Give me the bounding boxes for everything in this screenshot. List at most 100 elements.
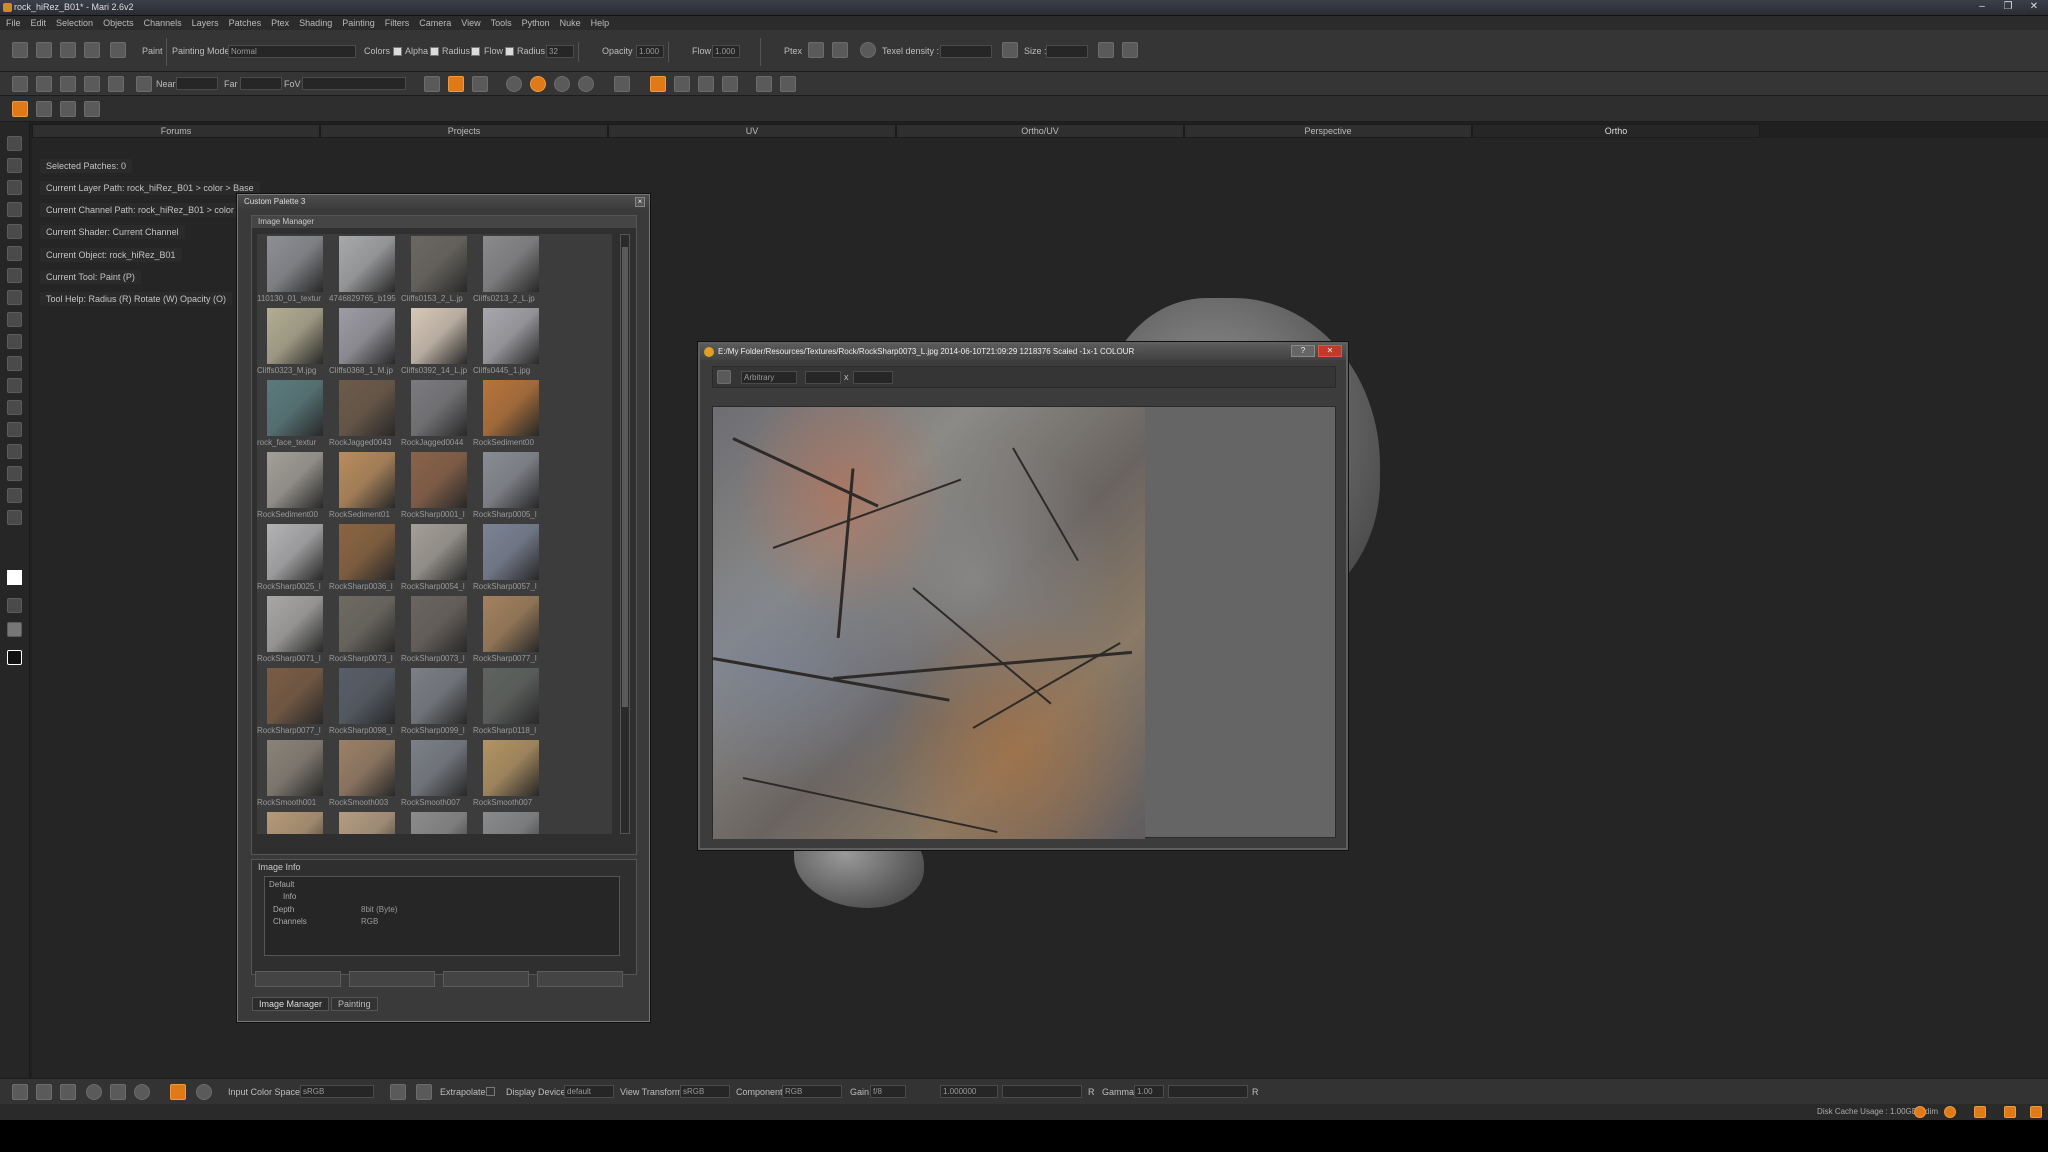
palette-settings-icon[interactable] bbox=[84, 101, 100, 117]
status-icon-3[interactable] bbox=[1974, 1106, 1986, 1118]
flow-field[interactable]: 1.000 bbox=[712, 45, 740, 58]
image-thumbnail[interactable]: RockSharp0005_l bbox=[473, 450, 541, 522]
gamma-reset-label[interactable]: R bbox=[1252, 1087, 1259, 1097]
image-thumbnail[interactable]: RockSmooth007 bbox=[401, 738, 469, 810]
menu-selection[interactable]: Selection bbox=[56, 16, 93, 30]
menu-filters[interactable]: Filters bbox=[385, 16, 410, 30]
radius-field[interactable]: 32 bbox=[546, 45, 574, 58]
menu-view[interactable]: View bbox=[461, 16, 480, 30]
tab-image-manager[interactable]: Image Manager bbox=[252, 997, 330, 1011]
crop-icon[interactable] bbox=[717, 370, 731, 384]
image-thumbnail[interactable]: RockSharp0099_l bbox=[401, 666, 469, 738]
copy-icon[interactable] bbox=[1098, 42, 1114, 58]
tab-ortho-uv[interactable]: Ortho/UV bbox=[896, 124, 1184, 138]
gain-stop-field[interactable]: f/8 bbox=[870, 1085, 906, 1098]
menu-ptex[interactable]: Ptex bbox=[271, 16, 289, 30]
undo-view-icon[interactable] bbox=[12, 1084, 28, 1100]
paint-brush-icon[interactable] bbox=[110, 42, 126, 58]
default-colors-icon[interactable] bbox=[7, 650, 22, 665]
zoom-tool-icon[interactable] bbox=[7, 202, 22, 217]
palette-layers-icon[interactable] bbox=[60, 101, 76, 117]
image-thumbnail[interactable]: RockSharp0057_l bbox=[473, 522, 541, 594]
gain-reset-label[interactable]: R bbox=[1088, 1087, 1095, 1097]
image-thumbnail[interactable]: rock_face_textur bbox=[257, 378, 325, 450]
tab-ortho[interactable]: Ortho bbox=[1472, 124, 1760, 138]
image-thumbnail[interactable]: RockJagged0044 bbox=[401, 378, 469, 450]
image-thumbnail[interactable]: RockSharp0036_l bbox=[329, 522, 397, 594]
gamma-field[interactable]: 1.00 bbox=[1134, 1085, 1164, 1098]
image-thumbnail[interactable]: RockSediment01 bbox=[329, 450, 397, 522]
far-field[interactable] bbox=[240, 77, 282, 90]
pan-tool-icon[interactable] bbox=[7, 180, 22, 195]
image-thumbnail[interactable] bbox=[401, 810, 469, 834]
paint-sphere-icon[interactable] bbox=[7, 488, 22, 503]
viewer-close-button[interactable]: ✕ bbox=[1318, 345, 1342, 357]
image-thumbnail[interactable]: Cliffs0392_14_L.jp bbox=[401, 306, 469, 378]
close-icon[interactable]: ✕ bbox=[2026, 1, 2042, 14]
open-file-icon[interactable] bbox=[36, 42, 52, 58]
image-thumbnail[interactable]: RockSharp0077_l bbox=[473, 594, 541, 666]
delete-image-button[interactable] bbox=[537, 971, 623, 987]
grid-tool-icon[interactable] bbox=[7, 290, 22, 305]
shaded-sphere-icon[interactable] bbox=[530, 76, 546, 92]
palette-close-icon[interactable]: × bbox=[635, 197, 645, 207]
status-icon-5[interactable] bbox=[2030, 1106, 2042, 1118]
view-transform-select[interactable]: sRGB bbox=[680, 1085, 730, 1098]
menu-shading[interactable]: Shading bbox=[299, 16, 332, 30]
texel-density-icon[interactable] bbox=[860, 42, 876, 58]
image-thumbnail[interactable]: RockSharp0073_l bbox=[329, 594, 397, 666]
transform-tool-icon[interactable] bbox=[7, 246, 22, 261]
foreground-color-swatch[interactable] bbox=[7, 570, 22, 585]
menu-edit[interactable]: Edit bbox=[31, 16, 47, 30]
viewer-width-field[interactable] bbox=[805, 371, 841, 384]
menu-help[interactable]: Help bbox=[591, 16, 610, 30]
ptex-grid-icon[interactable] bbox=[832, 42, 848, 58]
flow-checkbox[interactable] bbox=[505, 47, 514, 56]
tab-perspective[interactable]: Perspective bbox=[1184, 124, 1472, 138]
gain-slider[interactable] bbox=[1002, 1085, 1082, 1098]
gamma-slider[interactable] bbox=[1168, 1085, 1248, 1098]
snapshot-icon[interactable] bbox=[84, 76, 100, 92]
image-thumbnail[interactable]: RockSediment00 bbox=[257, 450, 325, 522]
import-image-button[interactable] bbox=[349, 971, 435, 987]
menu-python[interactable]: Python bbox=[522, 16, 550, 30]
tab-projects[interactable]: Projects bbox=[320, 124, 608, 138]
axis-x-icon[interactable] bbox=[674, 76, 690, 92]
image-thumbnail[interactable]: RockSmooth001 bbox=[257, 738, 325, 810]
picker-tool-icon[interactable] bbox=[7, 510, 22, 525]
viewer-help-button[interactable]: ? bbox=[1291, 345, 1315, 357]
circle-select-icon[interactable] bbox=[134, 1084, 150, 1100]
lut-icon[interactable] bbox=[390, 1084, 406, 1100]
frame-icon[interactable] bbox=[36, 76, 52, 92]
near-field[interactable] bbox=[176, 77, 218, 90]
image-thumbnail[interactable]: RockSharp0098_l bbox=[329, 666, 397, 738]
viewer-mode-select[interactable]: Arbitrary bbox=[741, 371, 797, 384]
clone-tool-icon[interactable] bbox=[7, 334, 22, 349]
image-thumbnail[interactable]: RockSharp0118_l bbox=[473, 666, 541, 738]
swap-colors-icon[interactable] bbox=[7, 598, 22, 613]
tree-info[interactable]: Info bbox=[283, 892, 296, 901]
pan-view-icon[interactable] bbox=[36, 1084, 52, 1100]
shader-mode-icon[interactable] bbox=[448, 76, 464, 92]
rotate-view-icon[interactable] bbox=[86, 1084, 102, 1100]
flat-sphere-icon[interactable] bbox=[506, 76, 522, 92]
status-icon-2[interactable] bbox=[1944, 1106, 1956, 1118]
image-thumbnail[interactable]: RockSharp0073_l bbox=[401, 594, 469, 666]
display-device-select[interactable]: default bbox=[564, 1085, 614, 1098]
snap-point-icon[interactable] bbox=[650, 76, 666, 92]
image-thumbnail[interactable] bbox=[473, 810, 541, 834]
tab-painting[interactable]: Painting bbox=[331, 997, 378, 1011]
link-icon[interactable] bbox=[756, 76, 772, 92]
menu-painting[interactable]: Painting bbox=[342, 16, 375, 30]
viewer-canvas[interactable] bbox=[712, 406, 1336, 839]
menu-file[interactable]: File bbox=[6, 16, 21, 30]
lighting-icon[interactable] bbox=[424, 76, 440, 92]
menu-camera[interactable]: Camera bbox=[419, 16, 451, 30]
menu-layers[interactable]: Layers bbox=[192, 16, 219, 30]
extrapolate-checkbox[interactable] bbox=[486, 1087, 495, 1096]
texel-density-field[interactable] bbox=[940, 45, 992, 58]
color-wheel-icon[interactable] bbox=[196, 1084, 212, 1100]
new-file-icon[interactable] bbox=[12, 42, 28, 58]
image-grid-scrollbar[interactable] bbox=[620, 234, 630, 834]
paint-through-icon[interactable] bbox=[7, 378, 22, 393]
